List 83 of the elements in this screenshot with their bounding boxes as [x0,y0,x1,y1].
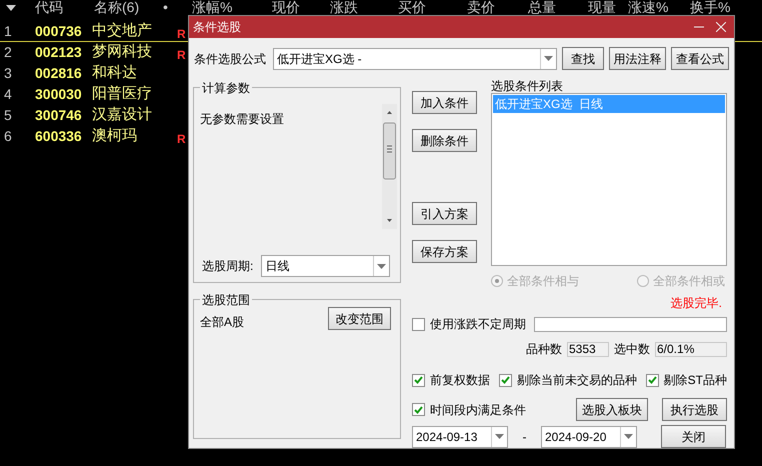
field-label: 条件选股公式 [194,50,267,68]
list-label: 选股条件列表 [491,79,563,93]
radio-label: 全部条件相或 [653,273,725,290]
field-label: 选股周期: [202,258,254,275]
stock-name: 阳普医疗 [92,84,152,102]
date-combobox[interactable]: 2024-09-13 [412,426,508,448]
r-marker: R [177,132,186,146]
column-header[interactable]: 总量 [528,0,556,15]
dropdown-caret-icon[interactable] [620,426,636,446]
info-text: 无参数需要设置 [200,111,284,128]
count-label: 品种数 [526,341,562,358]
stock-code: 300746 [35,106,82,122]
button[interactable]: 查找 [562,47,604,70]
checkbox[interactable] [412,374,425,386]
button[interactable]: 保存方案 [412,240,477,263]
stock-name: 汉嘉设计 [92,106,152,123]
sort-icon[interactable] [6,5,16,11]
scrollbar[interactable] [382,104,397,229]
column-header[interactable]: 换手% [690,0,730,15]
button[interactable]: 查看公式 [671,47,729,70]
button[interactable]: 关闭 [661,425,726,448]
stock-name: 澳柯玛 [92,126,137,144]
button[interactable]: 选股入板块 [576,398,648,421]
checkbox[interactable] [498,374,512,386]
radio-label: 全部条件相与 [507,273,579,290]
stock-code: 600336 [35,128,82,144]
column-header[interactable]: 涨速% [628,0,668,15]
row-number: 1 [4,22,12,38]
radio-button[interactable] [491,275,503,287]
column-header[interactable]: 买价 [398,0,426,15]
button[interactable]: 改变范围 [328,307,391,330]
stock-code: 002123 [35,44,82,60]
checkbox[interactable] [412,318,425,330]
row-number: 3 [4,64,12,80]
stock-name: 和科达 [92,64,137,81]
formula-combobox[interactable]: 低开进宝XG选 - [273,48,557,70]
column-header[interactable]: 现价 [272,0,300,15]
button[interactable]: 删除条件 [412,129,477,152]
button[interactable]: 执行选股 [662,398,727,421]
checkbox-label: 剔除ST品种 [664,372,727,389]
column-header[interactable]: 现量 [588,0,616,15]
button[interactable]: 用法注释 [609,47,666,70]
row-number: 5 [4,106,12,122]
period-combobox[interactable]: 日线 [261,255,390,277]
column-header[interactable]: 涨幅% [192,0,232,15]
dropdown-caret-icon[interactable] [540,48,556,68]
count-label: 选中数 [614,341,650,358]
window-title: 条件选股 [193,19,242,36]
row-number: 6 [4,128,12,144]
column-header[interactable]: • [163,0,168,15]
column-header[interactable]: 名称(6) [94,0,140,15]
checkbox-label: 前复权数据 [430,372,490,389]
count-field: 5353 [567,342,609,356]
checkbox[interactable] [646,374,659,386]
stock-code: 002816 [35,64,82,80]
period-input-field[interactable] [534,316,727,332]
date-combobox[interactable]: 2024-09-20 [541,426,637,448]
button[interactable]: 加入条件 [412,91,477,114]
checkbox-label: 使用涨跌不定周期 [430,316,526,333]
column-header[interactable]: 代码 [35,0,63,15]
r-marker: R [177,26,186,40]
stock-name: 梦网科技 [92,42,152,60]
checkbox-label: 剔除当前未交易的品种 [516,372,637,389]
close-icon[interactable] [716,22,726,32]
checkbox-label: 时间段内满足条件 [430,402,526,418]
dropdown-caret-icon[interactable] [491,426,507,446]
count-field: 6/0.1% [655,342,727,356]
range-value: 全部Α股 [200,314,244,331]
date-separator: - [522,428,526,446]
stock-code: 300030 [35,86,82,102]
row-number: 2 [4,44,12,60]
column-header[interactable]: 卖价 [467,0,495,15]
column-header[interactable]: 涨跌 [330,0,358,15]
radio-button[interactable] [637,275,649,287]
checkbox[interactable] [412,403,425,416]
status-text: 选股完毕. [670,296,722,310]
button[interactable]: 引入方案 [412,202,477,225]
row-number: 4 [4,86,12,102]
stock-name: 中交地产 [92,22,152,39]
r-marker: R [177,48,186,62]
group-title: 选股范围 [200,291,252,309]
stock-code: 000736 [35,22,82,38]
group-title: 计算参数 [200,79,252,97]
